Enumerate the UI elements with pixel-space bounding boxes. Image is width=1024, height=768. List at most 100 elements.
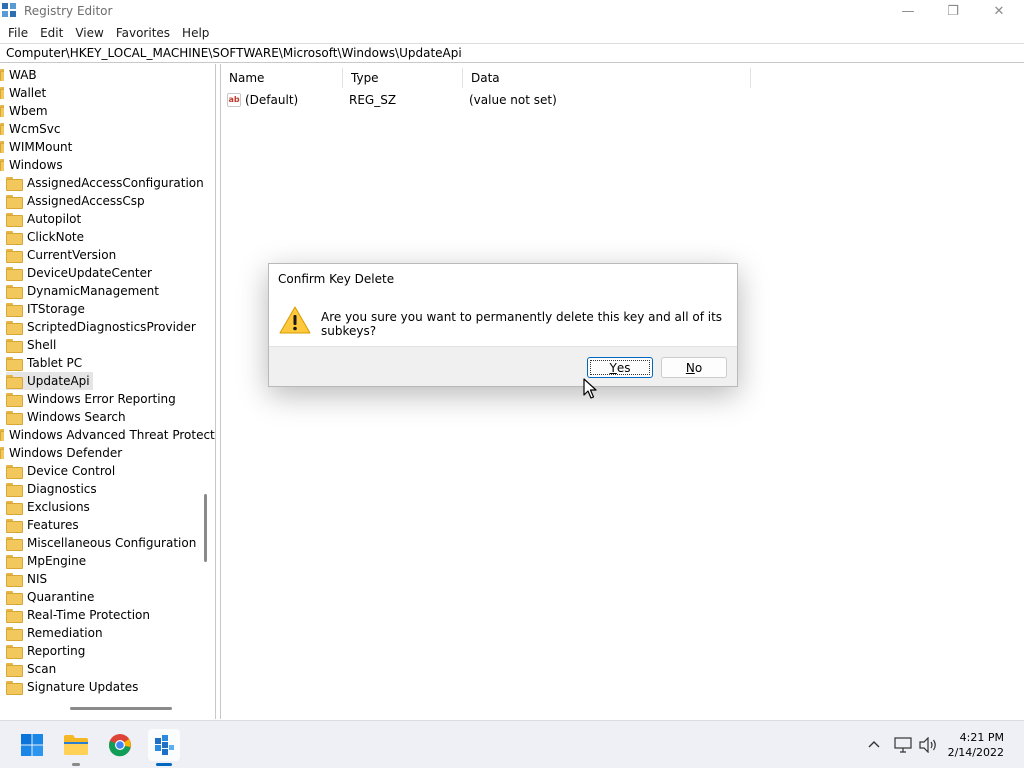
- folder-icon: [0, 105, 4, 117]
- clock[interactable]: 4:21 PM 2/14/2022: [940, 730, 1004, 760]
- tree-item[interactable]: Scan: [6, 660, 56, 678]
- folder-icon: [6, 357, 23, 371]
- tree-item[interactable]: Wbem: [0, 102, 48, 120]
- folder-icon: [6, 411, 23, 425]
- registry-editor-taskbar-button[interactable]: [148, 729, 180, 766]
- tree-item[interactable]: CurrentVersion: [6, 246, 116, 264]
- tree-item-label: Exclusions: [27, 500, 90, 514]
- tree-item[interactable]: WcmSvc: [0, 120, 60, 138]
- string-value-icon: ab: [227, 93, 241, 107]
- tree-item[interactable]: ITStorage: [6, 300, 85, 318]
- tree-item-label: Miscellaneous Configuration: [27, 536, 197, 550]
- tree-item[interactable]: Shell: [6, 336, 56, 354]
- values-pane[interactable]: Name Type Data ab (Default) REG_SZ (valu…: [220, 64, 1024, 719]
- tree-item[interactable]: WIMMount: [0, 138, 72, 156]
- minimize-button[interactable]: —: [885, 0, 931, 22]
- tree-item[interactable]: Reporting: [6, 642, 85, 660]
- tree-item[interactable]: Wallet: [0, 84, 46, 102]
- folder-icon: [6, 375, 23, 389]
- menu-file[interactable]: File: [2, 26, 34, 40]
- menu-help[interactable]: Help: [176, 26, 215, 40]
- tree-item[interactable]: Windows Advanced Threat Protecti: [0, 426, 216, 444]
- tree-item[interactable]: Diagnostics: [6, 480, 97, 498]
- menu-favorites[interactable]: Favorites: [110, 26, 176, 40]
- mouse-cursor-icon: [583, 378, 597, 399]
- tree-item-label: Windows Error Reporting: [27, 392, 176, 406]
- folder-icon: [6, 339, 23, 353]
- chevron-up-icon: [868, 741, 880, 748]
- value-row[interactable]: ab (Default): [227, 91, 298, 109]
- yes-button[interactable]: Yes: [587, 357, 653, 378]
- tree-item-label: Scan: [27, 662, 57, 676]
- tree-item[interactable]: Real-Time Protection: [6, 606, 150, 624]
- tree-item-label: AssignedAccessConfiguration: [27, 176, 204, 190]
- tree-horizontal-scrollbar[interactable]: [70, 707, 172, 710]
- folder-icon: [0, 123, 4, 135]
- value-name: (Default): [245, 93, 299, 107]
- tree-item[interactable]: AssignedAccessCsp: [6, 192, 145, 210]
- menu-edit[interactable]: Edit: [34, 26, 69, 40]
- yes-button-label: es: [616, 360, 631, 375]
- tree-item[interactable]: Signature Updates: [6, 678, 138, 696]
- tree-item[interactable]: Device Control: [6, 462, 115, 480]
- no-button-accel: N: [685, 360, 695, 375]
- tree-item[interactable]: MpEngine: [6, 552, 86, 570]
- chrome-button[interactable]: [104, 729, 136, 761]
- file-explorer-button[interactable]: [60, 729, 92, 766]
- tree-item-label: Windows Advanced Threat Protecti: [9, 428, 216, 442]
- folder-icon: [6, 627, 23, 641]
- volume-button[interactable]: [918, 721, 938, 768]
- tree-item[interactable]: Exclusions: [6, 498, 90, 516]
- tree-item[interactable]: DynamicManagement: [6, 282, 159, 300]
- tree-item-label: AssignedAccessCsp: [27, 194, 145, 208]
- tree-item[interactable]: ClickNote: [6, 228, 84, 246]
- registry-tree[interactable]: WAB Wallet Wbem WcmSvc WIMMount Windows Assign…: [0, 64, 216, 719]
- tree-item[interactable]: Features: [6, 516, 79, 534]
- tree-item-label: WIMMount: [9, 140, 73, 154]
- tree-item[interactable]: AssignedAccessConfiguration: [6, 174, 204, 192]
- tree-item[interactable]: WAB: [0, 66, 37, 84]
- volume-icon: [919, 737, 936, 753]
- tree-item[interactable]: Windows Error Reporting: [6, 390, 176, 408]
- tree-vertical-scrollbar[interactable]: [204, 494, 207, 562]
- tree-item[interactable]: Windows: [0, 156, 63, 174]
- tree-item[interactable]: ScriptedDiagnosticsProvider: [6, 318, 196, 336]
- column-header-type[interactable]: Type: [343, 68, 463, 88]
- address-bar[interactable]: Computer\HKEY_LOCAL_MACHINE\SOFTWARE\Mic…: [0, 43, 1024, 63]
- value-type: REG_SZ: [349, 93, 397, 107]
- close-button[interactable]: ✕: [976, 0, 1022, 22]
- tree-item-label: Signature Updates: [27, 680, 139, 694]
- active-indicator: [156, 763, 172, 766]
- tree-item[interactable]: Tablet PC: [6, 354, 82, 372]
- folder-icon: [6, 465, 23, 479]
- folder-icon: [6, 303, 23, 317]
- tree-item-label: ScriptedDiagnosticsProvider: [27, 320, 196, 334]
- column-header-name-label: Name: [229, 71, 265, 85]
- column-header-name[interactable]: Name: [221, 68, 343, 88]
- registry-editor-icon: [155, 735, 174, 755]
- column-header-data[interactable]: Data: [463, 68, 751, 88]
- show-hidden-icons-button[interactable]: [866, 721, 882, 768]
- menu-bar: File Edit View Favorites Help: [0, 23, 215, 43]
- warning-icon: [279, 306, 311, 334]
- file-explorer-icon: [64, 735, 88, 755]
- tree-item[interactable]: Windows Search: [6, 408, 126, 426]
- folder-icon: [6, 249, 23, 263]
- folder-icon: [6, 285, 23, 299]
- restore-button[interactable]: ❐: [930, 0, 976, 22]
- tree-item[interactable]: DeviceUpdateCenter: [6, 264, 152, 282]
- tree-item[interactable]: UpdateApi: [6, 372, 93, 390]
- tree-item[interactable]: Remediation: [6, 624, 103, 642]
- folder-icon: [6, 231, 23, 245]
- tree-item[interactable]: Miscellaneous Configuration: [6, 534, 196, 552]
- tree-item-label: NIS: [27, 572, 48, 586]
- tree-item[interactable]: Quarantine: [6, 588, 94, 606]
- tree-item[interactable]: NIS: [6, 570, 47, 588]
- menu-view[interactable]: View: [69, 26, 109, 40]
- tree-item[interactable]: Autopilot: [6, 210, 81, 228]
- tree-item[interactable]: Windows Defender: [0, 444, 122, 462]
- confirm-key-delete-dialog: Confirm Key Delete Are you sure you want…: [268, 263, 738, 387]
- no-button[interactable]: No: [661, 357, 727, 378]
- start-button[interactable]: [16, 729, 48, 761]
- network-button[interactable]: [894, 721, 912, 768]
